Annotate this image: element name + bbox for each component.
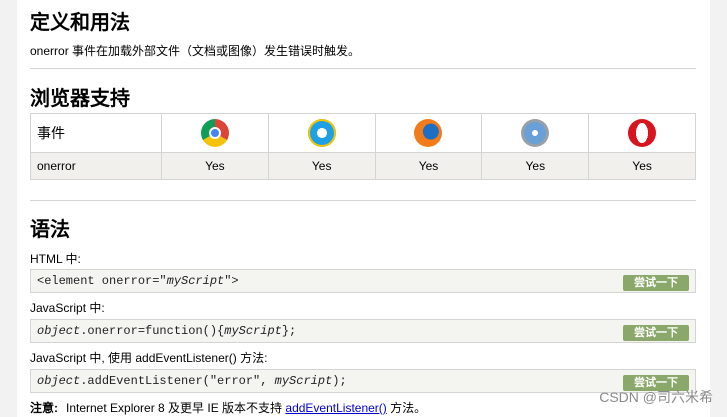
- safari-icon: [521, 119, 550, 147]
- csdn-watermark: CSDN @司六米希: [599, 389, 713, 405]
- js-code-block: object.onerror=function(){myScript}; 尝试一…: [30, 319, 696, 343]
- table-row: onerror Yes Yes Yes Yes Yes: [30, 152, 696, 180]
- compat-note: 注意: Internet Explorer 8 及更早 IE 版本不支持 addE…: [30, 401, 427, 415]
- divider: [30, 68, 696, 69]
- event-column-header: 事件: [30, 113, 162, 153]
- browser-support-heading: 浏览器支持: [30, 88, 130, 110]
- browser-support-table: 事件 onerror Yes Yes Yes Yes Yes: [30, 113, 696, 180]
- listener-syntax-label: JavaScript 中, 使用 addEventListener() 方法:: [30, 351, 268, 365]
- js-syntax-label: JavaScript 中:: [30, 301, 105, 315]
- table-header-row: 事件: [30, 113, 696, 153]
- support-cell-safari: Yes: [481, 152, 590, 180]
- note-label: 注意:: [30, 401, 58, 415]
- try-it-button[interactable]: 尝试一下: [623, 275, 689, 291]
- opera-icon: [628, 119, 657, 147]
- syntax-heading: 语法: [30, 219, 70, 241]
- try-it-button[interactable]: 尝试一下: [623, 325, 689, 341]
- left-gutter: [0, 0, 17, 417]
- chrome-icon: [200, 119, 229, 147]
- definition-text: onerror 事件在加载外部文件（文档或图像）发生错误时触发。: [30, 44, 361, 58]
- right-gutter: [710, 0, 727, 417]
- firefox-icon: [414, 119, 443, 147]
- support-cell-ie: Yes: [267, 152, 376, 180]
- ie-icon: [307, 119, 336, 147]
- support-cell-firefox: Yes: [374, 152, 483, 180]
- event-name-cell: onerror: [30, 152, 162, 180]
- listener-code-block: object.addEventListener("error", myScrip…: [30, 369, 696, 393]
- support-cell-opera: Yes: [588, 152, 696, 180]
- definition-heading: 定义和用法: [30, 12, 130, 34]
- html-code-block: <element onerror="myScript"> 尝试一下: [30, 269, 696, 293]
- support-cell-chrome: Yes: [161, 152, 269, 180]
- divider: [30, 200, 696, 201]
- addeventlistener-link[interactable]: addEventListener(): [285, 401, 386, 415]
- html-syntax-label: HTML 中:: [30, 252, 81, 266]
